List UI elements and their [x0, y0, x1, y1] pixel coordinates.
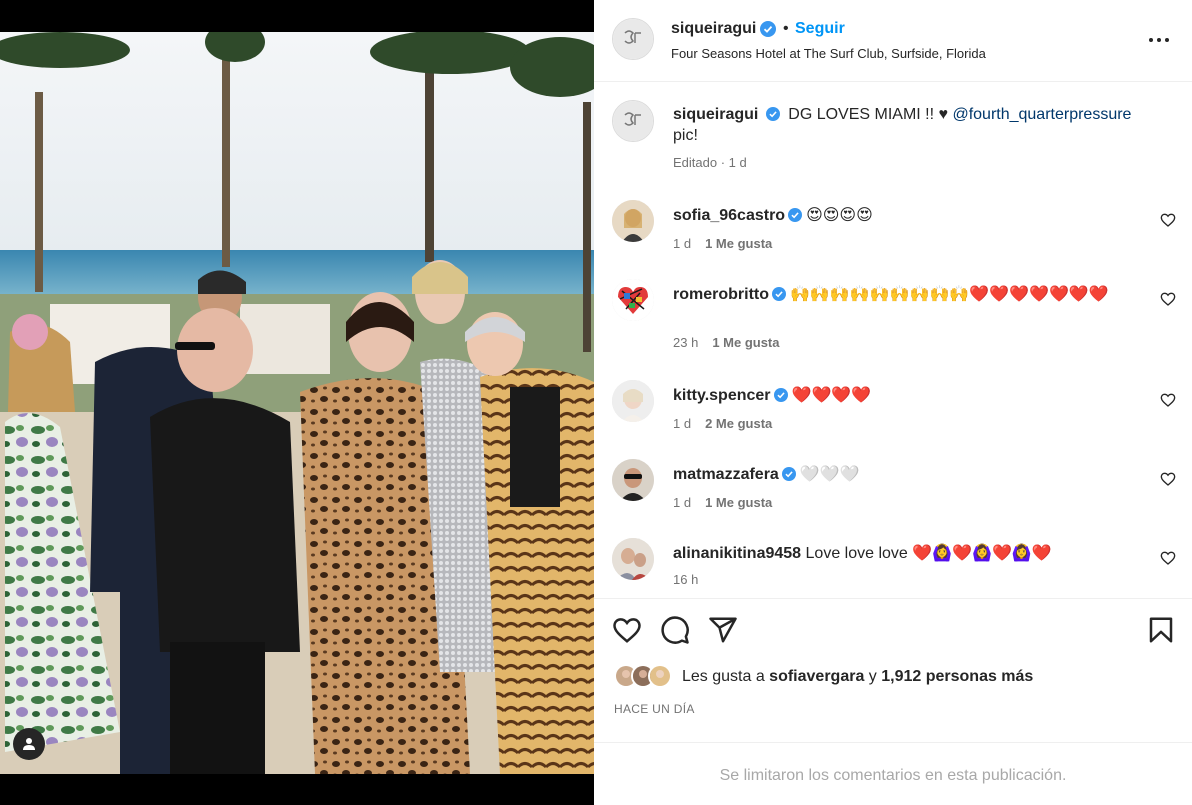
comment-time: 1 d — [673, 495, 692, 510]
follow-button[interactable]: Seguir — [795, 20, 845, 38]
commenter-username[interactable]: romerobritto — [673, 286, 769, 303]
likes-top-user[interactable]: sofiavergara — [769, 668, 864, 685]
caption-author-avatar[interactable] — [612, 100, 654, 142]
comment-body: 🤍🤍🤍 — [799, 466, 860, 483]
commenter-username[interactable]: kitty.spencer — [673, 387, 771, 404]
post-header: siqueiragui • Seguir Four Seasons Hotel … — [594, 0, 1192, 82]
post-action-bar — [594, 598, 1192, 658]
comment-meta: 16 h — [673, 572, 698, 587]
comment-body: Love love love ❤️🙆‍♀️❤️🙆‍♀️❤️🙆‍♀️❤️ — [805, 545, 1052, 562]
liker-avatar — [648, 664, 672, 688]
comment-body: 😍😍😍😍 — [806, 207, 873, 224]
instagram-post-window: siqueiragui • Seguir Four Seasons Hotel … — [0, 0, 1192, 805]
more-options-icon[interactable] — [1146, 28, 1172, 52]
caption-body-tail: pic! — [673, 127, 698, 144]
comments-limited-notice: Se limitaron los comentarios en esta pub… — [594, 742, 1192, 805]
caption-mention-link[interactable]: @fourth_quarterpressure — [952, 106, 1131, 123]
post-photo[interactable] — [0, 32, 594, 774]
commenter-avatar[interactable] — [612, 279, 654, 321]
post-date[interactable]: HACE UN DÍA — [614, 702, 695, 716]
commenter-username[interactable]: matmazzafera — [673, 466, 779, 483]
comment-likes-count[interactable]: 1 Me gusta — [712, 335, 779, 350]
likes-text[interactable]: Les gusta a sofiavergara y 1,912 persona… — [682, 668, 1033, 686]
comment-like-heart-icon[interactable] — [1160, 550, 1176, 566]
comment-text: sofia_96castro 😍😍😍😍 — [673, 205, 1153, 227]
heart-icon[interactable] — [612, 615, 642, 645]
caption-text: siqueiragui DG LOVES MIAMI !! ♥ @fourth_… — [673, 104, 1143, 146]
verified-icon — [788, 208, 803, 222]
comment-meta: 1 d 1 Me gusta — [673, 495, 772, 510]
verified-icon — [781, 467, 796, 481]
separator-dot: • — [783, 20, 789, 37]
verified-icon — [760, 21, 776, 37]
post-media[interactable] — [0, 0, 594, 805]
comment-body: 🙌🙌🙌🙌🙌🙌🙌🙌🙌❤️❤️❤️❤️❤️❤️❤️ — [790, 286, 1109, 303]
verified-icon — [773, 388, 788, 402]
comment-time: 23 h — [673, 335, 699, 350]
comment-time: 1 d — [673, 416, 692, 431]
commenter-avatar[interactable] — [612, 380, 654, 422]
share-icon[interactable] — [708, 615, 738, 645]
commenter-avatar[interactable] — [612, 538, 654, 580]
author-avatar[interactable] — [612, 18, 654, 60]
comment-time: 1 d — [673, 236, 692, 251]
post-side-panel: siqueiragui • Seguir Four Seasons Hotel … — [594, 0, 1192, 805]
user-tag-button[interactable] — [13, 728, 45, 760]
comment-likes-count[interactable]: 1 Me gusta — [705, 236, 772, 251]
comment-like-heart-icon[interactable] — [1160, 392, 1176, 408]
likes-prefix: Les gusta a — [682, 668, 770, 685]
comment-meta: 1 d 2 Me gusta — [673, 416, 772, 431]
post-location[interactable]: Four Seasons Hotel at The Surf Club, Sur… — [671, 46, 986, 61]
comment-likes-count[interactable]: 2 Me gusta — [705, 416, 772, 431]
author-username[interactable]: siqueiragui — [671, 20, 756, 38]
comment-time: 16 h — [673, 572, 699, 587]
commenter-username[interactable]: alinanikitina9458 — [673, 545, 801, 562]
commenter-avatar[interactable] — [612, 200, 654, 242]
commenter-avatar[interactable] — [612, 459, 654, 501]
comment-icon[interactable] — [660, 615, 690, 645]
comment-like-heart-icon[interactable] — [1160, 291, 1176, 307]
comment-likes-count[interactable]: 1 Me gusta — [705, 495, 772, 510]
bookmark-icon[interactable] — [1146, 615, 1176, 645]
comment-like-heart-icon[interactable] — [1160, 212, 1176, 228]
commenter-username[interactable]: sofia_96castro — [673, 207, 785, 224]
comment-meta: 1 d 1 Me gusta — [673, 236, 772, 251]
caption-username[interactable]: siqueiragui — [673, 106, 758, 123]
likes-count[interactable]: 1,912 personas más — [881, 668, 1033, 685]
user-tag-icon — [23, 738, 35, 750]
comment-text: matmazzafera 🤍🤍🤍 — [673, 464, 1153, 486]
verified-icon — [765, 107, 780, 121]
comment-meta: 23 h 1 Me gusta — [673, 335, 780, 350]
comment-text: romerobritto 🙌🙌🙌🙌🙌🙌🙌🙌🙌❤️❤️❤️❤️❤️❤️❤️ — [673, 284, 1153, 306]
verified-icon — [772, 287, 786, 301]
comment-like-heart-icon[interactable] — [1160, 471, 1176, 487]
comment-body: ❤️❤️❤️❤️ — [791, 387, 872, 404]
caption-body: DG LOVES MIAMI !! ♥ — [783, 106, 953, 123]
comment-text: kitty.spencer ❤️❤️❤️❤️ — [673, 385, 1153, 407]
likes-middle: y — [864, 668, 882, 685]
comment-text: alinanikitina9458 Love love love ❤️🙆‍♀️❤… — [673, 543, 1153, 565]
caption-meta: Editado · 1 d — [673, 155, 747, 170]
